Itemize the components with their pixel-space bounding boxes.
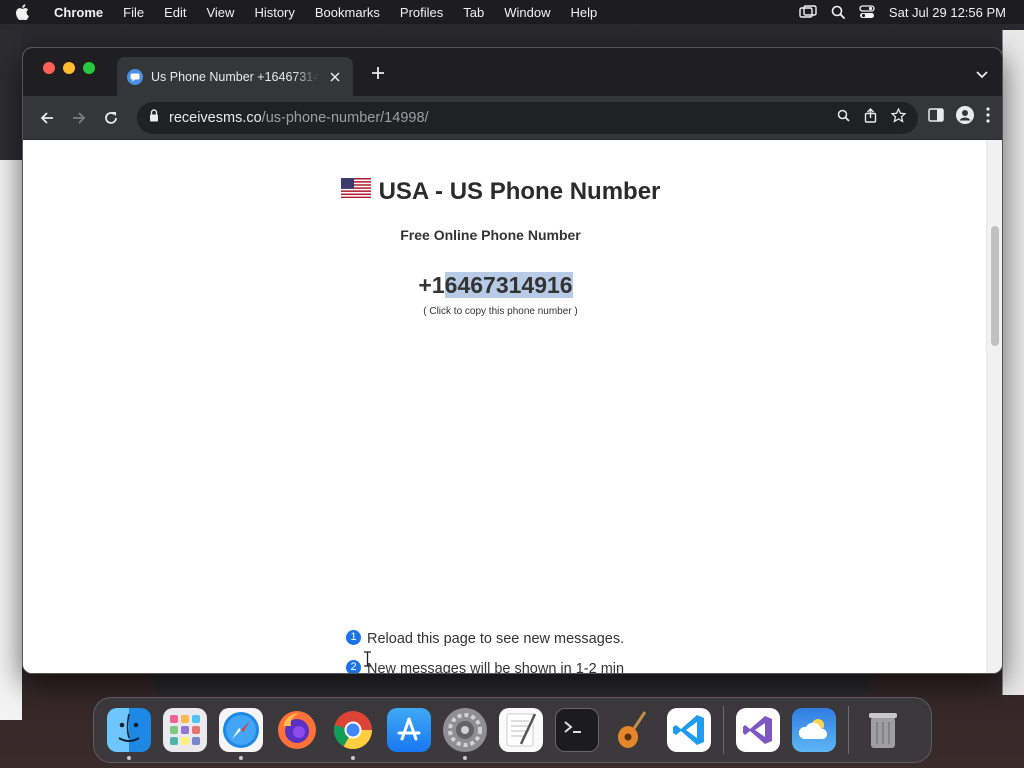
dock-launchpad[interactable] — [157, 702, 213, 758]
screen-mirroring-icon[interactable] — [799, 5, 817, 19]
chrome-window: Us Phone Number +16467314916 receivesms.… — [22, 47, 1003, 674]
menu-view[interactable]: View — [196, 5, 244, 20]
dock-app-store[interactable] — [381, 702, 437, 758]
visual-studio-icon — [736, 708, 780, 752]
settings-gear-icon — [443, 708, 487, 752]
copy-hint[interactable]: ( Click to copy this phone number ) — [23, 306, 978, 317]
tab-strip: Us Phone Number +16467314916 — [23, 48, 1002, 96]
forward-button[interactable] — [63, 102, 95, 134]
phone-selected-text: 6467314916 — [444, 272, 573, 298]
phone-prefix: +1 — [418, 272, 445, 298]
dock-vscode[interactable] — [661, 702, 717, 758]
page-header: USA - US Phone Number — [23, 178, 988, 206]
instruction-item: 2 New messages will be shown in 1-2 min — [346, 654, 625, 674]
menu-profiles[interactable]: Profiles — [390, 5, 453, 20]
browser-toolbar: receivesms.co/us-phone-number/14998/ — [23, 96, 1002, 140]
spotlight-search-icon[interactable] — [831, 5, 845, 19]
tab-title: Us Phone Number +16467314916 — [151, 69, 319, 84]
dock-garageband[interactable] — [605, 702, 661, 758]
new-tab-button[interactable] — [369, 64, 387, 82]
tab-close-icon[interactable] — [327, 69, 343, 85]
menu-app-name[interactable]: Chrome — [44, 5, 113, 20]
running-indicator — [351, 756, 355, 760]
dock-separator — [848, 706, 849, 754]
tab-active[interactable]: Us Phone Number +16467314916 — [117, 57, 353, 96]
lock-icon[interactable] — [149, 109, 159, 126]
menu-tab[interactable]: Tab — [453, 5, 494, 20]
dock-safari[interactable] — [213, 702, 269, 760]
tab-search-chevron-icon[interactable] — [976, 66, 988, 84]
weather-cloud-icon — [792, 708, 836, 752]
launchpad-icon — [163, 708, 207, 752]
finder-icon — [107, 708, 151, 752]
url-path: /us-phone-number/14998/ — [261, 109, 429, 126]
dock-visual-studio[interactable] — [730, 702, 786, 758]
dock-finder[interactable] — [101, 702, 157, 760]
instructions-list: 1 Reload this page to see new messages. … — [346, 624, 625, 674]
text-cursor-icon — [364, 651, 371, 667]
menu-bookmarks[interactable]: Bookmarks — [305, 5, 390, 20]
dock-trash[interactable] — [855, 702, 911, 758]
instruction-text: Reload this page to see new messages. — [367, 631, 625, 647]
number-badge: 2 — [346, 659, 361, 673]
instruction-text: New messages will be shown in 1-2 min — [367, 661, 625, 674]
safari-icon — [219, 708, 263, 752]
dock-separator — [723, 706, 724, 754]
app-store-icon — [387, 708, 431, 752]
window-close-button[interactable] — [43, 62, 55, 74]
trash-icon — [861, 708, 905, 752]
window-minimize-button[interactable] — [63, 62, 75, 74]
running-indicator — [463, 756, 467, 760]
apple-menu-icon[interactable] — [0, 4, 44, 20]
us-flag-icon — [340, 178, 371, 198]
menubar-clock[interactable]: Sat Jul 29 12:56 PM — [889, 5, 1006, 20]
instruction-item: 1 Reload this page to see new messages. — [346, 624, 624, 654]
menu-history[interactable]: History — [244, 5, 304, 20]
zoom-search-icon[interactable] — [837, 109, 850, 126]
running-indicator — [239, 756, 243, 760]
page-title: USA - US Phone Number — [378, 178, 661, 205]
garageband-guitar-icon — [611, 708, 655, 752]
textedit-icon — [499, 708, 543, 752]
page-scrollbar[interactable] — [986, 140, 1002, 673]
menu-bar: Chrome File Edit View History Bookmarks … — [0, 0, 1024, 24]
side-panel-icon[interactable] — [928, 108, 944, 127]
address-bar[interactable]: receivesms.co/us-phone-number/14998/ — [137, 101, 918, 134]
share-icon[interactable] — [864, 108, 877, 127]
menu-file[interactable]: File — [113, 5, 154, 20]
url-host: receivesms.co — [169, 109, 262, 126]
scrollbar-thumb[interactable] — [991, 226, 999, 346]
dock-firefox[interactable] — [269, 702, 325, 758]
menu-edit[interactable]: Edit — [154, 5, 196, 20]
background-window-left — [0, 30, 22, 720]
back-button[interactable] — [31, 102, 63, 134]
running-indicator — [127, 756, 131, 760]
dock-textedit[interactable] — [493, 702, 549, 758]
phone-number[interactable]: +16467314916 — [418, 272, 573, 299]
reload-button[interactable] — [95, 102, 127, 134]
window-zoom-button[interactable] — [83, 62, 95, 74]
dock-system-settings[interactable] — [437, 702, 493, 760]
vscode-icon — [667, 708, 711, 752]
firefox-icon — [275, 708, 319, 752]
bookmark-star-icon[interactable] — [890, 107, 907, 127]
chrome-icon — [331, 708, 375, 752]
background-window-right — [1002, 30, 1024, 695]
menu-help[interactable]: Help — [561, 5, 608, 20]
terminal-icon — [555, 708, 599, 752]
profile-avatar-icon[interactable] — [956, 106, 974, 129]
control-center-icon[interactable] — [859, 5, 875, 19]
dock-google-chrome[interactable] — [325, 702, 381, 760]
window-controls — [43, 62, 95, 74]
dock — [93, 697, 932, 763]
menu-window[interactable]: Window — [494, 5, 560, 20]
url-text[interactable]: receivesms.co/us-phone-number/14998/ — [169, 110, 827, 126]
page-subtitle: Free Online Phone Number — [400, 227, 581, 243]
dock-terminal[interactable] — [549, 702, 605, 758]
chrome-menu-icon[interactable] — [986, 107, 990, 128]
number-badge: 1 — [346, 629, 361, 645]
dock-weather[interactable] — [786, 702, 842, 758]
site-favicon-icon — [127, 68, 143, 85]
page-content: USA - US Phone Number Free Online Phone … — [23, 140, 988, 674]
